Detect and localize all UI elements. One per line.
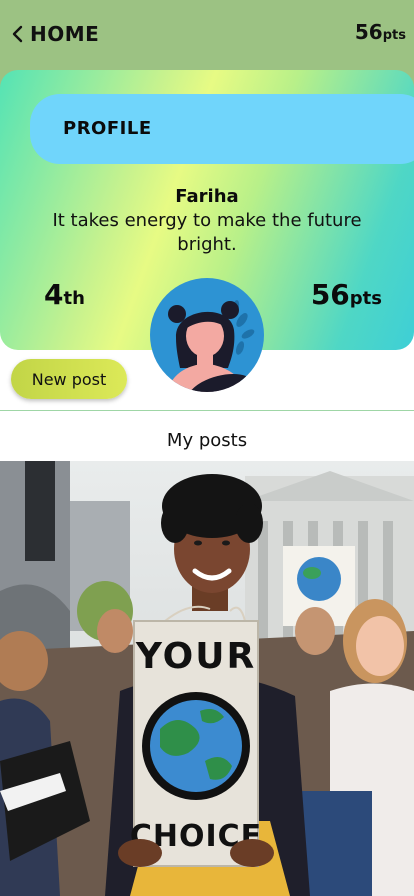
section-divider (0, 410, 414, 411)
avatar[interactable] (150, 278, 264, 392)
profile-points-value: 56 (310, 278, 350, 311)
profile-quote: It takes energy to make the future brigh… (52, 210, 362, 255)
header-points: 56pts (355, 20, 406, 44)
rank-value: 4 (44, 278, 64, 311)
profile-header-pill: PROFILE (30, 94, 414, 164)
post-photo-illustration: YOUR CHOICE (0, 461, 414, 896)
header-points-value: 56 (354, 20, 383, 44)
sign-top-text: YOUR (135, 636, 256, 677)
header-points-unit: pts (382, 28, 406, 43)
back-home-button[interactable]: HOME (10, 22, 99, 46)
profile-points-unit: pts (349, 288, 382, 309)
chevron-left-icon (12, 25, 23, 43)
profile-rank: 4th (44, 278, 85, 311)
rank-suffix: th (63, 288, 85, 309)
back-home-label: HOME (30, 22, 100, 46)
profile-points: 56pts (311, 278, 382, 311)
post-image[interactable]: YOUR CHOICE (0, 461, 414, 896)
protest-sign: YOUR CHOICE (130, 620, 261, 867)
profile-section-title: PROFILE (63, 118, 152, 139)
avatar-illustration (168, 300, 255, 392)
my-posts-title: My posts (166, 430, 248, 451)
profile-name: Fariha (175, 186, 239, 207)
new-post-button[interactable]: New post (11, 359, 127, 399)
